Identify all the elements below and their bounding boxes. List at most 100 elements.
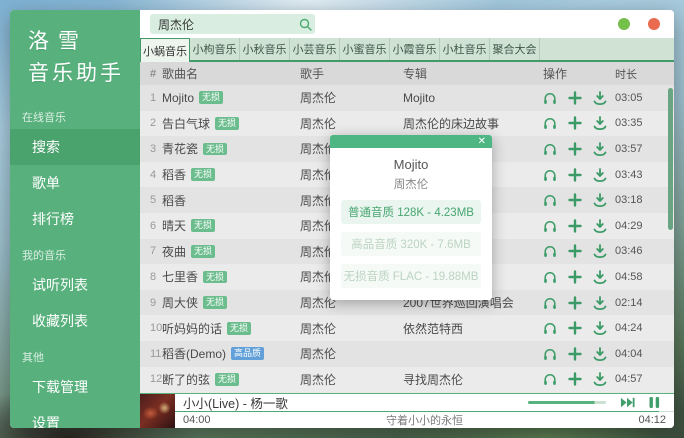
preview-icon[interactable] <box>543 168 557 182</box>
add-icon[interactable] <box>568 295 582 310</box>
add-icon[interactable] <box>568 244 582 259</box>
add-icon[interactable] <box>568 116 582 131</box>
add-icon[interactable] <box>568 347 582 361</box>
preview-icon[interactable] <box>543 321 557 335</box>
row-actions <box>533 142 607 156</box>
tab-xiaogou[interactable]: 小枸音乐 <box>190 38 240 60</box>
quality-option-0[interactable]: 普通音质 128K - 4.23MB <box>341 200 481 224</box>
row-number: 7 <box>150 245 157 258</box>
sidebar-section-label: 在线音乐 <box>22 112 66 124</box>
search-icon[interactable] <box>295 18 315 31</box>
progress-bar[interactable] <box>175 411 674 412</box>
quality-badge: 无损 <box>191 219 216 233</box>
preview-icon[interactable] <box>543 219 557 233</box>
sidebar-item-search[interactable]: 搜索 <box>10 129 140 165</box>
sidebar: 洛雪 音乐助手 在线音乐 搜索 歌单 排行榜 我的音乐 试听列表 收藏列表 其他 下载管理 设置 <box>10 10 140 428</box>
album-name: 周杰伦的床边故事 <box>403 116 500 131</box>
sidebar-item-leaderboard[interactable]: 排行榜 <box>10 201 140 237</box>
search-input[interactable] <box>150 17 295 31</box>
table-row[interactable]: 2 告白气球 无损 周杰伦 周杰伦的床边故事 03:35 <box>140 110 674 137</box>
sidebar-item-download-manager[interactable]: 下载管理 <box>10 369 140 405</box>
close-icon[interactable]: ✕ <box>472 135 492 148</box>
quality-badge: 无损 <box>215 116 240 130</box>
table-row[interactable]: 11 稻香(Demo) 高品质 周杰伦 04:04 <box>140 340 674 367</box>
preview-icon[interactable] <box>543 91 557 105</box>
close-button[interactable] <box>648 18 660 30</box>
song-duration: 03:46 <box>615 245 643 258</box>
song-name: 夜曲 <box>162 244 187 259</box>
song-name: Mojito <box>162 90 195 105</box>
table-row[interactable]: 10 听妈妈的话 无损 周杰伦 依然范特西 04:24 <box>140 315 674 341</box>
sidebar-nav: 在线音乐 搜索 歌单 排行榜 我的音乐 试听列表 收藏列表 其他 下载管理 设置 <box>10 99 140 428</box>
column-header: 歌曲名 <box>162 67 199 81</box>
window-controls <box>618 18 660 30</box>
modal-song-artist: 周杰伦 <box>393 179 429 191</box>
row-number: 8 <box>150 270 157 283</box>
add-icon[interactable] <box>568 270 582 284</box>
tab-xiaoxia[interactable]: 小霞音乐 <box>390 38 440 60</box>
row-actions <box>533 167 607 182</box>
add-icon[interactable] <box>568 219 582 233</box>
sidebar-item-settings[interactable]: 设置 <box>10 405 140 428</box>
column-header: 歌手 <box>300 67 325 81</box>
add-icon[interactable] <box>568 167 582 182</box>
quality-option-2[interactable]: 无损音质 FLAC - 19.88MB <box>341 264 481 288</box>
preview-icon[interactable] <box>543 193 557 207</box>
song-name-cell: 七里香 无损 <box>162 268 300 285</box>
song-name-cell: 稻香 无损 <box>162 166 300 183</box>
tab-xiaoyun[interactable]: 小芸音乐 <box>290 38 340 60</box>
player-bar: 小小(Live) - 杨一歌 04:00 守着小小的永恒 04:12 <box>140 393 674 428</box>
add-icon[interactable] <box>568 193 582 207</box>
artist-name: 周杰伦 <box>300 372 337 387</box>
album-art[interactable] <box>140 394 175 428</box>
volume-slider[interactable] <box>528 401 606 404</box>
add-icon[interactable] <box>568 91 582 105</box>
tab-xiaomi[interactable]: 小蜜音乐 <box>340 38 390 60</box>
sidebar-item-listen-list[interactable]: 试听列表 <box>10 267 140 303</box>
quality-badge: 无损 <box>199 91 224 105</box>
preview-icon[interactable] <box>543 347 557 361</box>
add-icon[interactable] <box>568 142 582 156</box>
quality-badge: 无损 <box>215 372 240 386</box>
current-time: 04:00 <box>183 414 211 426</box>
song-name-cell: 稻香(Demo) 高品质 <box>162 345 300 362</box>
tab-xiaodu[interactable]: 小杜音乐 <box>440 38 490 60</box>
song-name-cell: 告白气球 无损 <box>162 115 300 132</box>
modal-song-title: Mojito <box>393 157 429 172</box>
pause-button[interactable] <box>647 396 662 409</box>
preview-icon[interactable] <box>543 142 557 156</box>
next-track-button[interactable] <box>620 396 635 409</box>
preview-icon[interactable] <box>543 116 557 130</box>
quality-badge: 无损 <box>191 244 216 258</box>
row-actions <box>533 346 607 361</box>
quality-option-1[interactable]: 高品音质 320K - 7.6MB <box>341 232 481 256</box>
row-actions <box>533 90 607 105</box>
add-icon[interactable] <box>568 372 582 387</box>
sidebar-item-songlist[interactable]: 歌单 <box>10 165 140 201</box>
sidebar-item-collect-list[interactable]: 收藏列表 <box>10 303 140 339</box>
scrollbar-thumb[interactable] <box>668 88 673 230</box>
search-box[interactable] <box>150 14 315 34</box>
app-logo-line2: 音乐助手 <box>28 61 124 85</box>
artist-name: 周杰伦 <box>300 116 337 131</box>
row-actions <box>533 372 607 387</box>
table-row[interactable]: 12 断了的弦 无损 周杰伦 寻找周杰伦 04:57 <box>140 366 674 393</box>
preview-icon[interactable] <box>543 270 557 284</box>
preview-icon[interactable] <box>543 296 557 310</box>
tab-xiaowo[interactable]: 小蜗音乐 <box>140 38 190 62</box>
tab-juhe[interactable]: 聚合大会 <box>490 38 540 60</box>
row-number: 4 <box>150 168 157 181</box>
preview-icon[interactable] <box>543 372 557 386</box>
row-actions <box>533 270 607 284</box>
row-number: 11 <box>150 347 162 360</box>
minimize-button[interactable] <box>618 18 630 30</box>
song-name: 告白气球 <box>162 116 211 131</box>
add-icon[interactable] <box>568 321 582 335</box>
song-name-cell: 青花瓷 无损 <box>162 140 300 157</box>
preview-icon[interactable] <box>543 244 557 258</box>
table-row[interactable]: 1 Mojito 无损 周杰伦 Mojito 03:05 <box>140 85 674 111</box>
tab-xiaoqiu[interactable]: 小秋音乐 <box>240 38 290 60</box>
song-duration: 04:58 <box>615 270 643 283</box>
row-number: 3 <box>150 142 157 155</box>
column-header: 操作 <box>543 67 568 81</box>
